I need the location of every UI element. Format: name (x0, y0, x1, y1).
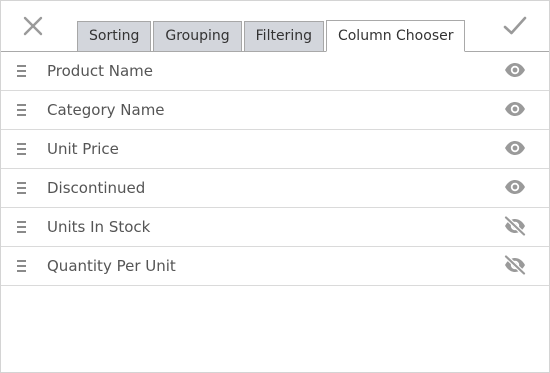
column-row: Units In Stock (1, 208, 549, 247)
apply-button[interactable] (493, 1, 537, 51)
tab-strip: Sorting Grouping Filtering Column Choose… (77, 20, 467, 52)
tab-sorting[interactable]: Sorting (77, 21, 152, 52)
tab-column-chooser[interactable]: Column Chooser (325, 20, 466, 52)
column-name: Quantity Per Unit (47, 257, 176, 275)
checkmark-icon (503, 16, 527, 35)
column-name: Unit Price (47, 140, 119, 158)
column-row: Category Name (1, 91, 549, 130)
column-row: Product Name (1, 52, 549, 91)
close-icon (23, 16, 43, 36)
column-name: Product Name (47, 62, 153, 80)
eye-slash-icon[interactable] (503, 216, 527, 236)
dialog-header: Sorting Grouping Filtering Column Choose… (1, 1, 549, 52)
drag-handle-icon[interactable] (17, 182, 27, 194)
drag-handle-icon[interactable] (17, 65, 27, 77)
column-name: Category Name (47, 101, 165, 119)
column-list: Product Name Category Name Unit Price Disco… (1, 52, 549, 286)
eye-icon[interactable] (503, 99, 527, 119)
column-row: Quantity Per Unit (1, 247, 549, 286)
column-name: Units In Stock (47, 218, 151, 236)
column-chooser-dialog: Sorting Grouping Filtering Column Choose… (0, 0, 550, 373)
drag-handle-icon[interactable] (17, 143, 27, 155)
eye-icon[interactable] (503, 138, 527, 158)
drag-handle-icon[interactable] (17, 104, 27, 116)
drag-handle-icon[interactable] (17, 260, 27, 272)
drag-handle-icon[interactable] (17, 221, 27, 233)
eye-slash-icon[interactable] (503, 255, 527, 275)
tab-filtering[interactable]: Filtering (243, 21, 324, 52)
tab-grouping[interactable]: Grouping (153, 21, 242, 52)
column-row: Discontinued (1, 169, 549, 208)
close-button[interactable] (11, 1, 55, 51)
column-name: Discontinued (47, 179, 146, 197)
column-row: Unit Price (1, 130, 549, 169)
eye-icon[interactable] (503, 60, 527, 80)
eye-icon[interactable] (503, 177, 527, 197)
